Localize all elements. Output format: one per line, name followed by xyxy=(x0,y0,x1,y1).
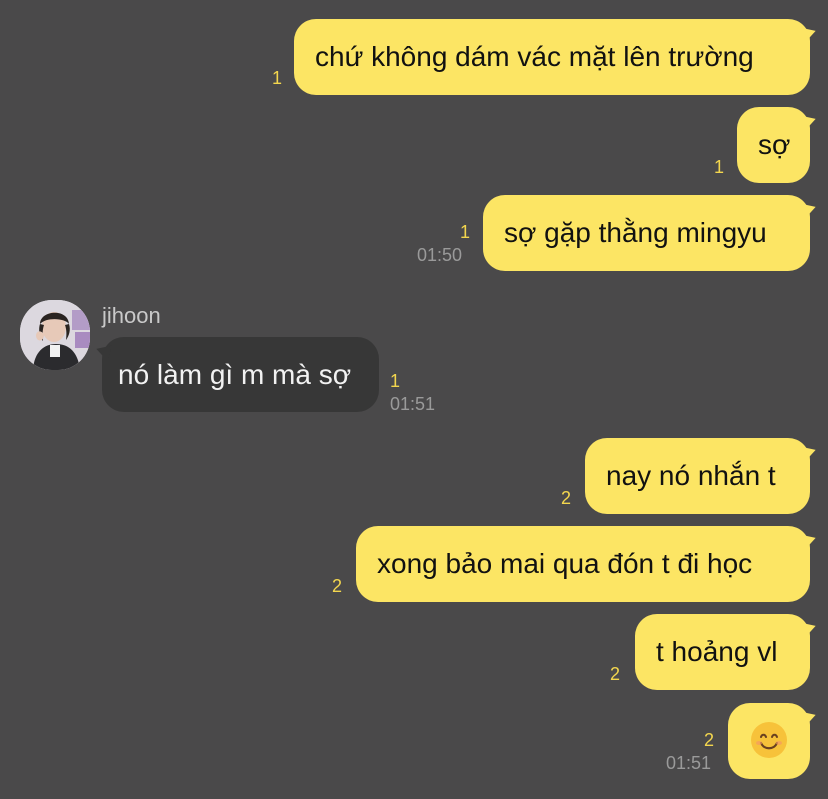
message-timestamp: 01:51 xyxy=(390,394,436,414)
message-bubble-outgoing[interactable]: nay nó nhắn t xyxy=(585,438,810,514)
message-bubble-outgoing[interactable]: sợ gặp thằng mingyu xyxy=(483,195,810,271)
message-bubble-outgoing[interactable]: sợ xyxy=(737,107,810,183)
sender-name: jihoon xyxy=(102,303,161,328)
unread-count: 2 xyxy=(332,576,343,596)
message-bubble-incoming[interactable]: nó làm gì m mà sợ xyxy=(102,337,379,412)
avatar[interactable] xyxy=(20,300,90,370)
message-text: xong bảo mai qua đón t đi học xyxy=(377,548,753,579)
message-bubble-outgoing[interactable]: chứ không dám vác mặt lên trường xyxy=(294,19,810,95)
unread-count: 2 xyxy=(610,664,621,684)
message-text: nó làm gì m mà sợ xyxy=(118,358,352,390)
unread-count: 1 xyxy=(390,371,401,391)
unread-count: 2 xyxy=(561,488,572,508)
message-text: chứ không dám vác mặt lên trường xyxy=(315,41,754,72)
message-bubble-outgoing[interactable]: t hoảng vl xyxy=(635,614,810,690)
message-text: sợ xyxy=(758,129,791,160)
profile-photo-icon xyxy=(20,300,90,370)
message-bubble-outgoing[interactable]: xong bảo mai qua đón t đi học xyxy=(356,526,810,602)
unread-count: 1 xyxy=(714,157,725,177)
message-text: nay nó nhắn t xyxy=(606,460,776,491)
unread-count: 1 xyxy=(272,68,283,88)
message-text: sợ gặp thằng mingyu xyxy=(504,217,767,248)
unread-count: 1 xyxy=(460,222,471,242)
message-timestamp: 01:51 xyxy=(666,753,712,773)
message-text: t hoảng vl xyxy=(656,636,778,667)
message-timestamp: 01:50 xyxy=(417,245,463,265)
unread-count: 2 xyxy=(704,730,715,750)
smiling-face-icon xyxy=(751,722,787,758)
